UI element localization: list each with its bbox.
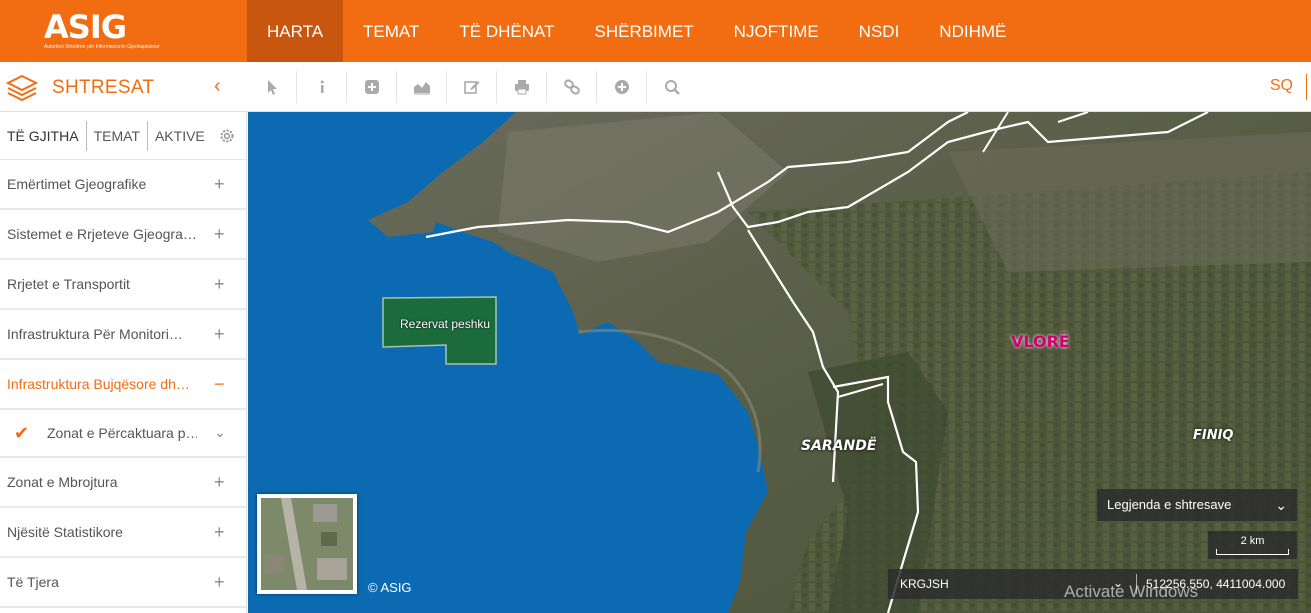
zoom-in-tool-button[interactable] [347, 71, 397, 103]
info-tool-button[interactable] [297, 71, 347, 103]
layers-icon [6, 74, 38, 101]
layer-group-grid-systems[interactable]: Sistemet e Rrjeteve Gjeogra… + [0, 210, 246, 260]
tab-themes[interactable]: TEMAT [87, 121, 147, 151]
expand-icon[interactable]: + [214, 175, 225, 193]
chart-area-icon [413, 82, 430, 95]
add-tool-button[interactable] [597, 71, 647, 103]
vlore-label: VLORË [1011, 332, 1070, 351]
scale-label: 2 km [1240, 535, 1265, 547]
layer-group-transport[interactable]: Rrjetet e Transportit + [0, 260, 246, 310]
overview-minimap[interactable] [257, 494, 357, 594]
expand-icon[interactable]: + [214, 275, 225, 293]
layer-group-statistical-units[interactable]: Njësitë Statistikore + [0, 508, 246, 558]
sarande-label: SARANDË [801, 438, 877, 454]
plus-square-icon [364, 80, 379, 94]
layers-sidebar: TË GJITHA TEMAT AKTIVE Emërtimet Gjeogra… [0, 112, 247, 613]
logo-text: ASIG [44, 8, 127, 46]
fish-reserve-label: Rezervat peshku [400, 317, 491, 331]
minimap-imagery [261, 498, 353, 590]
info-icon [320, 80, 324, 93]
search-tool-button[interactable] [647, 71, 697, 103]
expand-icon[interactable]: + [214, 225, 225, 243]
collapse-panel-button[interactable]: ‹ [214, 75, 221, 98]
link-tool-button[interactable] [547, 71, 597, 103]
layer-tabs: TË GJITHA TEMAT AKTIVE [0, 112, 246, 160]
print-icon [514, 80, 529, 95]
nav-nsdi[interactable]: NSDI [839, 0, 920, 62]
layer-group-label: Rrjetet e Transportit [7, 276, 130, 292]
layer-group-monitoring[interactable]: Infrastruktura Për Monitori… + [0, 310, 246, 360]
select-tool-button[interactable] [247, 71, 297, 103]
cursor-icon [267, 80, 277, 95]
finiq-label: FINIQ [1193, 428, 1234, 443]
map-tools [247, 62, 697, 112]
crs-select[interactable]: KRGJSH [900, 577, 949, 591]
layer-label: Zonat e Përcaktuara p… [47, 425, 197, 441]
layer-group-label: Infrastruktura Bujqësore dh… [7, 376, 190, 392]
layer-group-label: Të Tjera [7, 574, 59, 590]
legend-label: Legjenda e shtresave [1107, 497, 1232, 512]
nav-ndihme[interactable]: NDIHMË [919, 0, 1026, 62]
layer-group-label: Infrastruktura Për Monitori… [7, 326, 183, 342]
layer-group-other[interactable]: Të Tjera + [0, 558, 246, 608]
logo-tagline: Autoriteti Shtetëror për Informacionin G… [44, 44, 160, 50]
profile-tool-button[interactable] [397, 71, 447, 103]
print-tool-button[interactable] [497, 71, 547, 103]
search-icon [665, 80, 680, 95]
nav-te-dhenat[interactable]: TË DHËNAT [439, 0, 574, 62]
scale-line [1216, 549, 1289, 555]
nav-harta[interactable]: HARTA [247, 0, 344, 62]
tab-active[interactable]: AKTIVE [148, 121, 212, 151]
tab-all[interactable]: TË GJITHA [0, 121, 86, 151]
nav-njoftime[interactable]: NJOFTIME [714, 0, 839, 62]
layers-panel-title: SHTRESAT [52, 77, 155, 98]
main-nav: HARTA TEMAT TË DHËNAT SHËRBIMET NJOFTIME… [247, 0, 1026, 62]
layer-designated-zones[interactable]: ✔ Zonat e Përcaktuara p… ⌄ [0, 410, 246, 458]
gear-icon[interactable] [218, 127, 236, 145]
nav-temat[interactable]: TEMAT [343, 0, 439, 62]
windows-watermark: Activate Windows [1064, 582, 1199, 601]
chevron-down-icon: ⌄ [1275, 497, 1287, 513]
check-icon[interactable]: ✔ [14, 423, 29, 444]
scale-bar: 2 km [1208, 531, 1297, 559]
link-icon [563, 79, 580, 95]
layer-group-label: Zonat e Mbrojtura [7, 474, 118, 490]
chevron-down-icon[interactable]: ⌄ [214, 424, 226, 441]
language-divider [1306, 74, 1307, 100]
satellite-imagery [368, 112, 1311, 613]
language-selector[interactable]: SQ [1270, 77, 1293, 95]
asig-logo[interactable]: ASIG Autoriteti Shtetëror për Informacio… [44, 8, 160, 52]
layer-group-label: Emërtimet Gjeografike [7, 176, 147, 192]
layer-group-label: Njësitë Statistikore [7, 524, 123, 540]
collapse-icon[interactable]: − [214, 375, 225, 393]
expand-icon[interactable]: + [214, 573, 225, 591]
copyright-text: © ASIG [368, 580, 412, 595]
legend-toggle-button[interactable]: Legjenda e shtresave ⌄ [1097, 489, 1297, 521]
expand-icon[interactable]: + [214, 523, 225, 541]
layer-group-protected-zones[interactable]: Zonat e Mbrojtura + [0, 458, 246, 508]
layer-group-label: Sistemet e Rrjeteve Gjeogra… [7, 226, 197, 242]
map-toolbar: SHTRESAT ‹ SQ [0, 62, 1311, 112]
edit-tool-button[interactable] [447, 71, 497, 103]
layer-group-geographic-names[interactable]: Emërtimet Gjeografike + [0, 160, 246, 210]
plus-circle-icon [614, 80, 629, 94]
top-navigation-bar: ASIG Autoriteti Shtetëror për Informacio… [0, 0, 1311, 62]
map-canvas[interactable]: Rezervat peshku VLORË SARANDË FINIQ © AS… [248, 112, 1311, 613]
expand-icon[interactable]: + [214, 473, 225, 491]
layer-group-agriculture[interactable]: Infrastruktura Bujqësore dh… − [0, 360, 246, 410]
nav-sherbimet[interactable]: SHËRBIMET [574, 0, 713, 62]
edit-icon [463, 81, 479, 94]
expand-icon[interactable]: + [214, 325, 225, 343]
